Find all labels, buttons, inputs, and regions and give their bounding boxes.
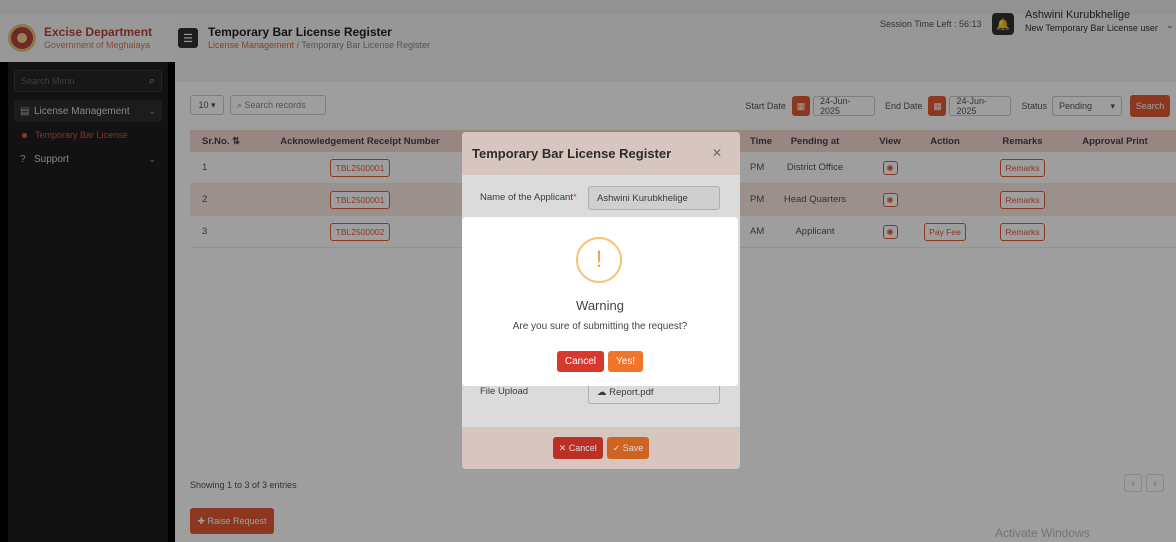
confirm-dialog: ! Warning Are you sure of submitting the… [462,217,738,386]
warning-icon: ! [576,237,622,283]
confirm-message: Are you sure of submitting the request? [512,321,688,332]
confirm-title: Warning [576,298,624,313]
confirm-yes-button[interactable]: Yes! [608,351,644,372]
confirm-cancel-button[interactable]: Cancel [556,351,605,372]
